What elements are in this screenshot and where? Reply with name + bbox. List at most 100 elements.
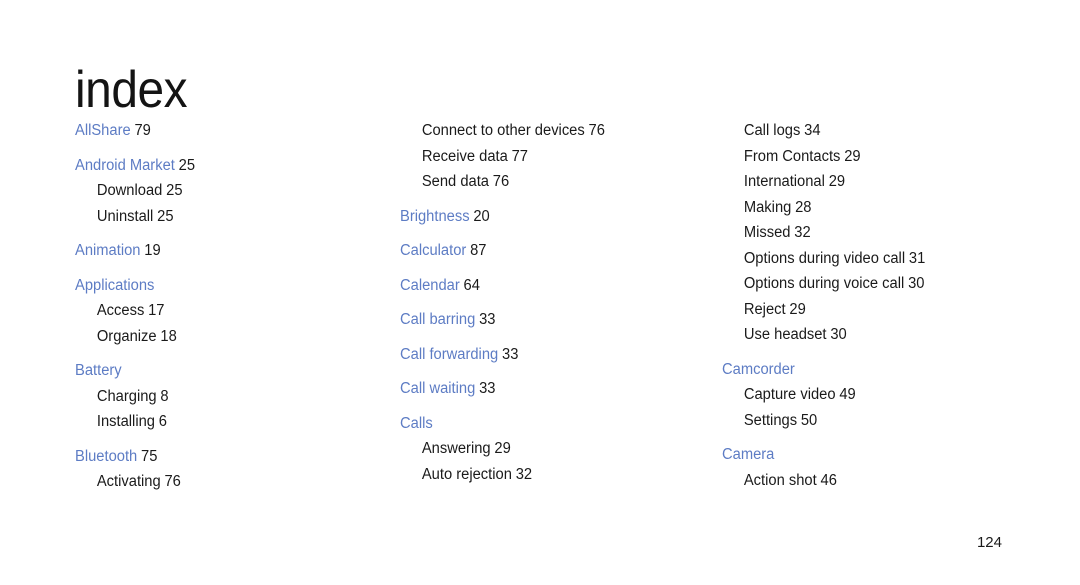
index-entry-heading[interactable]: Call barring 33 <box>400 307 695 333</box>
index-subentry[interactable]: Organize 18 <box>75 324 360 350</box>
entry-heading-page-number: 25 <box>178 156 196 174</box>
subentry-page-number: 8 <box>160 387 169 405</box>
subentry-label: Missed <box>743 224 791 241</box>
index-subentry[interactable]: Capture video 49 <box>722 382 1007 408</box>
index-entry-group: Calculator 87 <box>400 238 710 264</box>
index-entry-heading[interactable]: Brightness 20 <box>400 204 695 230</box>
subentry-list: Activating 76 <box>75 469 375 495</box>
index-entry-group: Camcorder Capture video 49 Settings 50 <box>722 357 1022 434</box>
subentry-page-number: 49 <box>839 386 856 403</box>
subentry-label: Uninstall <box>96 207 154 225</box>
subentry-list: Call logs 34 From Contacts 29 International 2… <box>722 118 1022 348</box>
index-subentry[interactable]: Send data 76 <box>400 169 695 195</box>
entry-heading-label: Brightness <box>400 207 470 225</box>
subentry-label: Charging <box>96 387 157 405</box>
index-entry-group: Battery Charging 8 Installing 6 <box>75 358 375 435</box>
index-subentry[interactable]: Connect to other devices 76 <box>400 118 695 144</box>
subentry-label: Receive data <box>421 147 508 165</box>
subentry-label: Action shot <box>743 471 817 489</box>
index-subentry[interactable]: Call logs 34 <box>722 118 1007 144</box>
index-subentry[interactable]: Missed 32 <box>722 220 1007 246</box>
index-continuation-group: Call logs 34 From Contacts 29 International 2… <box>722 118 1022 348</box>
index-entry-heading[interactable]: Bluetooth 75 <box>75 444 360 470</box>
index-entry-heading[interactable]: AllShare 79 <box>75 118 360 144</box>
subentry-page-number: 50 <box>800 411 818 429</box>
subentry-page-number: 31 <box>908 249 926 267</box>
index-page: index AllShare 79 Android Market 25 Download… <box>0 0 1080 585</box>
index-subentry[interactable]: Auto rejection 32 <box>400 462 695 488</box>
entry-heading-label: Applications <box>75 276 155 294</box>
index-subentry[interactable]: Activating 76 <box>75 469 360 495</box>
subentry-page-number: 76 <box>164 473 181 490</box>
entry-heading-page-number: 33 <box>502 345 519 363</box>
subentry-label: Reject <box>743 300 786 318</box>
entry-heading-page-number: 75 <box>141 447 158 465</box>
subentry-label: Organize <box>96 327 157 345</box>
entry-heading-label: Call barring <box>400 311 476 328</box>
index-entry-heading[interactable]: Call forwarding 33 <box>400 342 695 368</box>
subentry-label: Answering <box>421 440 491 457</box>
index-subentry[interactable]: Action shot 46 <box>722 468 1007 494</box>
subentry-page-number: 34 <box>804 122 821 139</box>
subentry-label: Installing <box>96 413 155 430</box>
subentry-page-number: 25 <box>157 207 174 225</box>
subentry-list: Action shot 46 <box>722 468 1022 494</box>
subentry-label: International <box>743 173 825 190</box>
index-subentry[interactable]: Options during video call 31 <box>722 246 1007 272</box>
entry-heading-label: Battery <box>75 362 122 379</box>
entry-heading-page-number: 33 <box>479 380 496 397</box>
index-entry-heading[interactable]: Calculator 87 <box>400 238 695 264</box>
index-subentry[interactable]: Installing 6 <box>75 409 360 435</box>
subentry-label: Connect to other devices <box>421 122 585 139</box>
index-entry-heading[interactable]: Animation 19 <box>75 238 360 264</box>
index-subentry[interactable]: Settings 50 <box>722 408 1007 434</box>
page-title: index <box>75 60 188 119</box>
index-entry-group: Animation 19 <box>75 238 375 264</box>
subentry-page-number: 25 <box>166 182 183 199</box>
subentry-page-number: 30 <box>908 275 925 292</box>
subentry-page-number: 29 <box>828 173 846 190</box>
subentry-list: Access 17 Organize 18 <box>75 298 375 349</box>
subentry-list: Charging 8 Installing 6 <box>75 384 375 435</box>
index-entry-heading[interactable]: Calendar 64 <box>400 273 695 299</box>
subentry-list: Connect to other devices 76 Receive data 77… <box>400 118 710 195</box>
subentry-page-number: 29 <box>844 147 861 165</box>
subentry-label: Activating <box>96 473 161 490</box>
entry-heading-label: Calculator <box>400 242 467 259</box>
index-entry-heading[interactable]: Battery <box>75 358 360 384</box>
index-entry-heading[interactable]: Calls <box>400 411 695 437</box>
index-subentry[interactable]: Reject 29 <box>722 297 1007 323</box>
entry-heading-label: Animation <box>75 242 141 259</box>
subentry-label: Making <box>743 198 792 216</box>
index-subentry[interactable]: Uninstall 25 <box>75 204 360 230</box>
index-entry-group: Brightness 20 <box>400 204 710 230</box>
subentry-list: Download 25 Uninstall 25 <box>75 178 375 229</box>
index-entry-heading[interactable]: Applications <box>75 273 360 299</box>
index-entry-heading[interactable]: Android Market 25 <box>75 153 360 179</box>
index-subentry[interactable]: Options during voice call 30 <box>722 271 1007 297</box>
entry-heading-page-number: 79 <box>134 122 151 139</box>
index-entry-heading[interactable]: Camera <box>722 442 1007 468</box>
entry-heading-label: Android Market <box>75 156 175 174</box>
index-subentry[interactable]: From Contacts 29 <box>722 144 1007 170</box>
index-entry-heading[interactable]: Call waiting 33 <box>400 376 695 402</box>
subentry-page-number: 32 <box>515 465 533 483</box>
index-subentry[interactable]: Use headset 30 <box>722 322 1007 348</box>
index-subentry[interactable]: Answering 29 <box>400 436 695 462</box>
entry-heading-label: Camera <box>722 446 775 463</box>
subentry-page-number: 76 <box>588 122 605 139</box>
index-subentry[interactable]: Charging 8 <box>75 384 360 410</box>
entry-heading-page-number: 64 <box>463 276 480 294</box>
index-subentry[interactable]: International 29 <box>722 169 1007 195</box>
index-subentry[interactable]: Receive data 77 <box>400 144 695 170</box>
index-subentry[interactable]: Making 28 <box>722 195 1007 221</box>
subentry-label: Download <box>96 182 163 199</box>
subentry-label: Call logs <box>743 122 801 139</box>
index-subentry[interactable]: Access 17 <box>75 298 360 324</box>
subentry-label: Send data <box>421 173 490 190</box>
index-column-3: Call logs 34 From Contacts 29 International 2… <box>722 118 1022 493</box>
index-subentry[interactable]: Download 25 <box>75 178 360 204</box>
subentry-label: Options during video call <box>743 249 906 267</box>
index-entry-heading[interactable]: Camcorder <box>722 357 1007 383</box>
subentry-page-number: 28 <box>795 198 812 216</box>
